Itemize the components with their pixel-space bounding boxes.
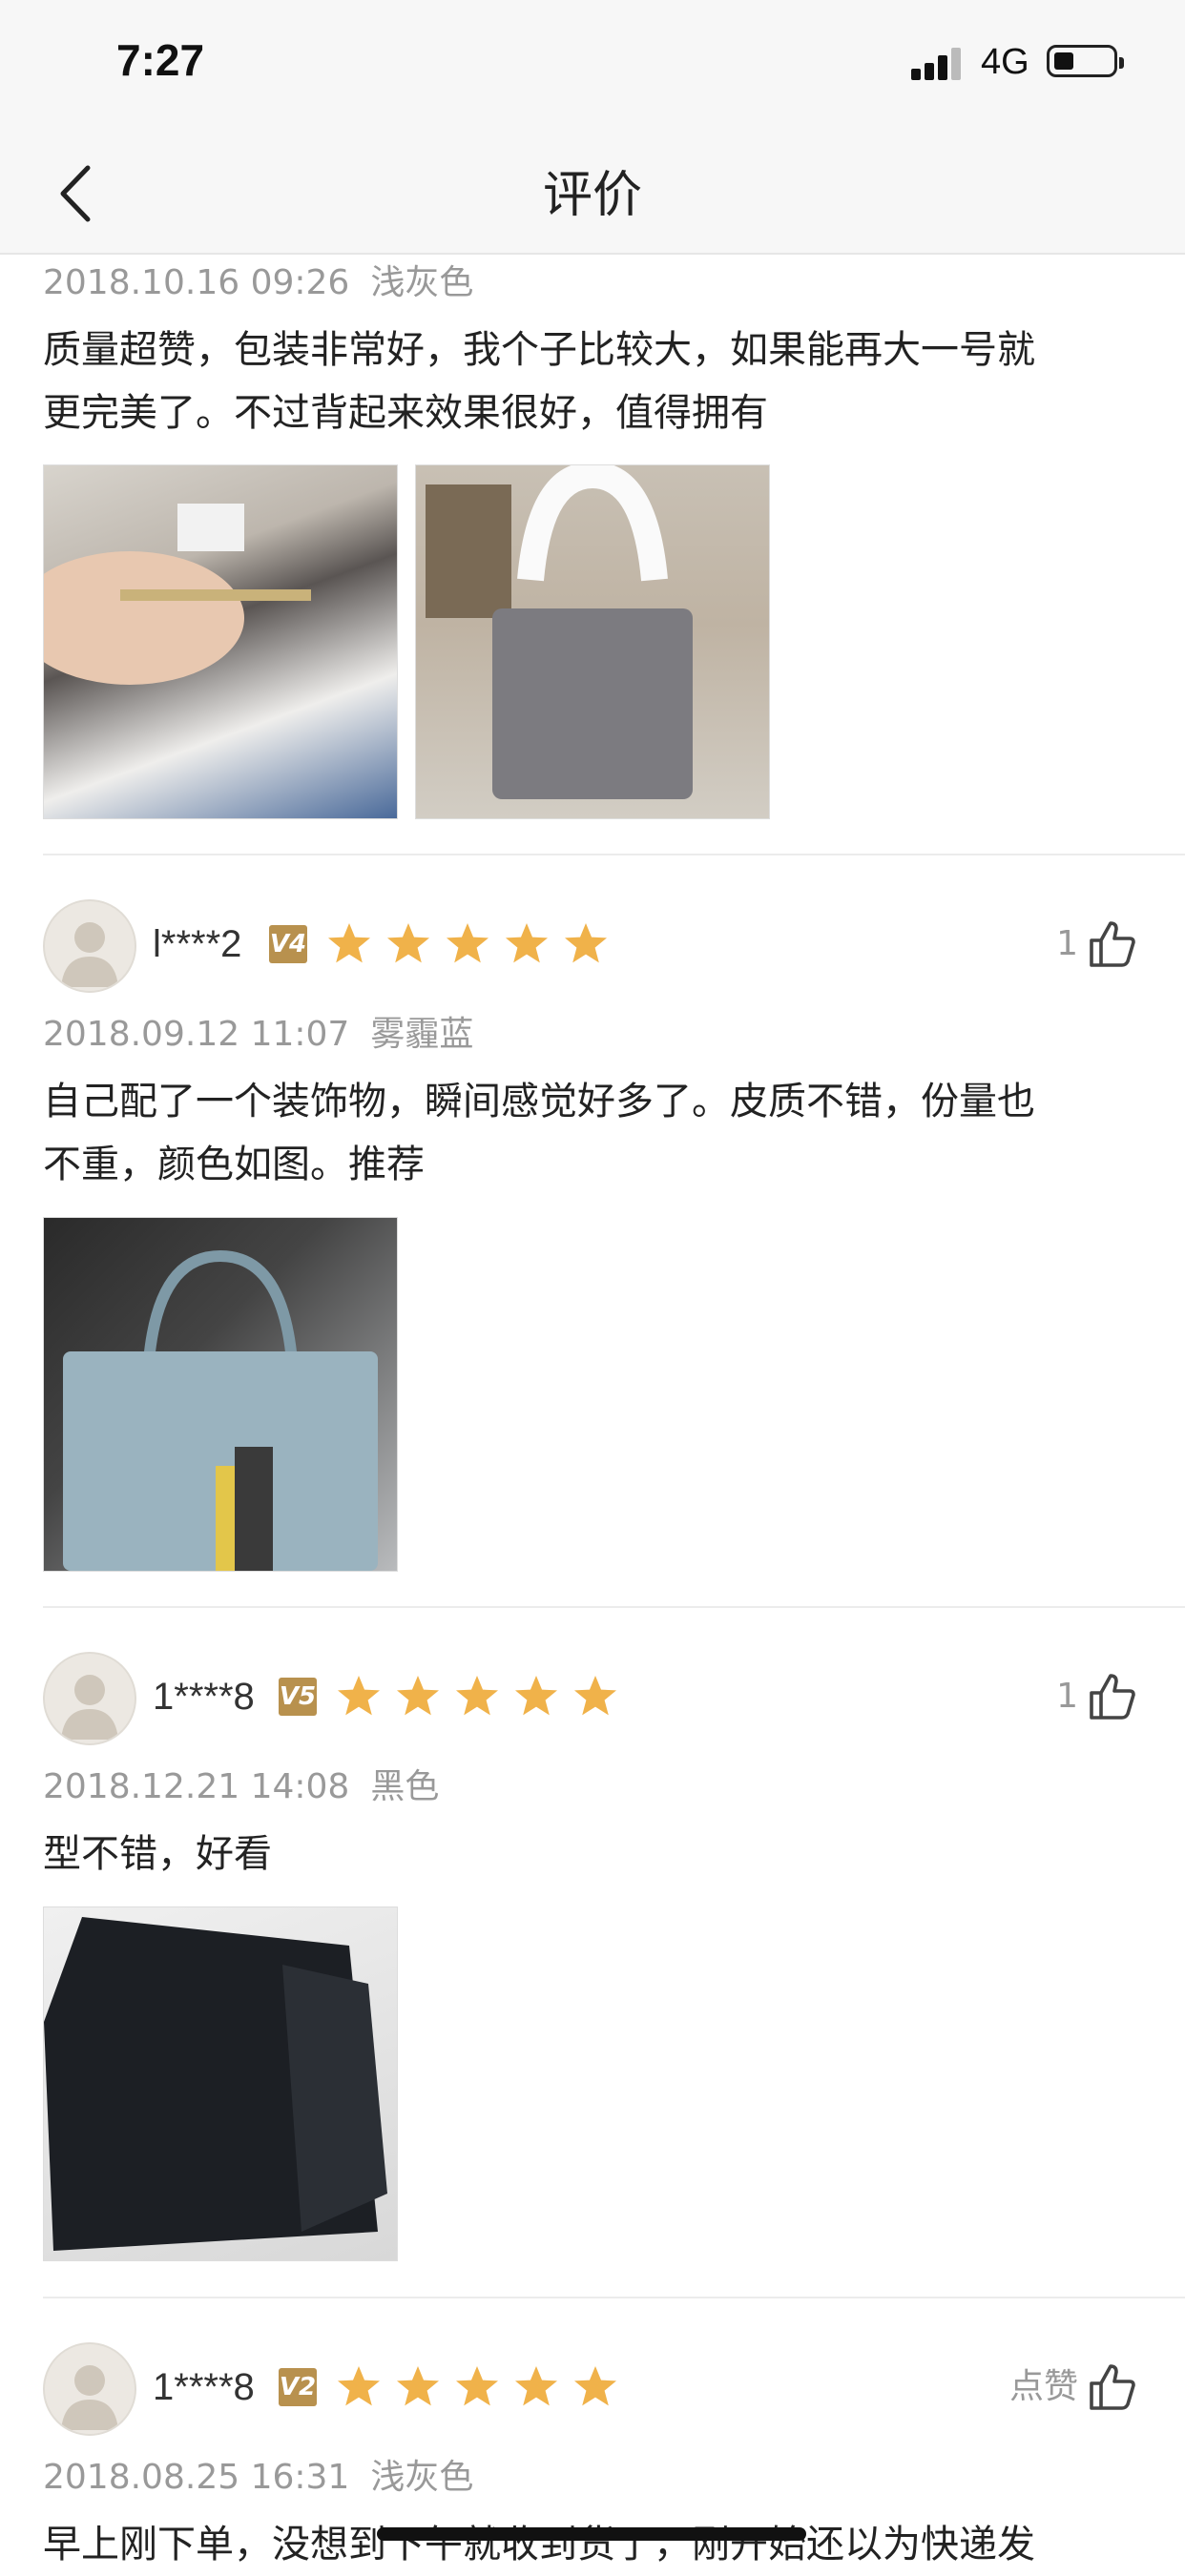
reviewer-name: 1****8	[153, 2366, 255, 2408]
star-icon	[565, 923, 607, 963]
member-level-badge: V5	[279, 1678, 317, 1716]
review-divider	[43, 854, 1185, 855]
star-icon	[456, 2366, 498, 2406]
reviewer-name: 1****8	[153, 1676, 255, 1718]
review-meta: 2018.09.12 11:07 雾霾蓝	[43, 1011, 1142, 1059]
review-content-line: 自己配了一个装饰物，瞬间感觉好多了。皮质不错，份量也	[43, 1080, 1035, 1123]
review-item: 2018.10.16 09:26 浅灰色 质量超赞，包装非常好，我个子比较大，如果…	[43, 259, 1142, 444]
review-photo[interactable]	[43, 1906, 398, 2261]
review-meta: 2018.10.16 09:26 浅灰色	[43, 259, 1142, 307]
home-indicator[interactable]	[377, 2527, 806, 2541]
review-meta: 2018.08.25 16:31 浅灰色	[43, 2454, 1142, 2502]
thumbs-up-icon[interactable]	[1088, 1672, 1137, 1721]
star-icon	[397, 2366, 439, 2406]
review-spec: 黑色	[370, 1767, 440, 1806]
review-spec: 雾霾蓝	[370, 1015, 474, 1054]
review-item: 2018.12.21 14:08 黑色 型不错，好看	[43, 1763, 1142, 1886]
star-icon	[447, 923, 489, 963]
review-date: 2018.12.21 14:08	[43, 1767, 350, 1806]
avatar[interactable]	[43, 2342, 136, 2436]
battery-icon	[1047, 45, 1124, 77]
status-time: 7:27	[116, 35, 205, 85]
member-level-badge: V4	[269, 925, 307, 963]
review-spec: 浅灰色	[370, 2458, 474, 2497]
network-type: 4G	[981, 42, 1029, 82]
review-item: 2018.08.25 16:31 浅灰色 早上刚下单，没想到下午就收到货了，刚开始…	[43, 2454, 1142, 2576]
status-bar: 7:27 4G	[0, 0, 1185, 134]
reviewer-name: l****2	[153, 923, 242, 965]
cellular-signal-icon	[911, 48, 968, 80]
star-icon	[328, 923, 370, 963]
star-icon	[387, 923, 429, 963]
review-content-line: 不重，颜色如图。推荐	[43, 1143, 425, 1186]
star-icon	[574, 2366, 616, 2406]
review-content-line: 早上刚下单，没想到下午就收到货了，刚开始还以为快递发	[43, 2523, 1035, 2566]
review-spec: 浅灰色	[370, 263, 474, 302]
review-divider	[43, 1606, 1185, 1608]
member-level-badge: V2	[279, 2368, 317, 2406]
review-date: 2018.08.25 16:31	[43, 2458, 350, 2497]
review-date: 2018.10.16 09:26	[43, 263, 350, 302]
review-content: 质量超赞，包装非常好，我个子比较大，如果能再大一号就 更完美了。不过背起来效果很…	[43, 319, 1142, 444]
star-icon	[515, 1676, 557, 1716]
review-content-line: 型不错，好看	[43, 1832, 272, 1876]
avatar[interactable]	[43, 1652, 136, 1745]
like-count[interactable]: 1	[964, 1673, 1078, 1721]
star-icon	[397, 1676, 439, 1716]
review-meta: 2018.12.21 14:08 黑色	[43, 1763, 1142, 1811]
review-photo[interactable]	[43, 464, 398, 819]
star-icon	[506, 923, 548, 963]
like-count[interactable]: 1	[964, 920, 1078, 968]
page-title: 评价	[542, 167, 642, 224]
review-date: 2018.09.12 11:07	[43, 1015, 350, 1054]
review-content: 早上刚下单，没想到下午就收到货了，刚开始还以为快递发	[43, 2513, 1142, 2576]
review-item: 2018.09.12 11:07 雾霾蓝 自己配了一个装饰物，瞬间感觉好多了。皮质…	[43, 1011, 1142, 1196]
thumbs-up-icon[interactable]	[1088, 2362, 1137, 2412]
like-button-label[interactable]: 点赞	[945, 2363, 1078, 2411]
star-icon	[338, 1676, 380, 1716]
avatar[interactable]	[43, 899, 136, 993]
review-divider	[43, 2297, 1185, 2298]
thumbs-up-icon[interactable]	[1088, 919, 1137, 969]
review-photo[interactable]	[415, 464, 770, 819]
review-photo[interactable]	[43, 1217, 398, 1572]
star-icon	[456, 1676, 498, 1716]
review-content-line: 更完美了。不过背起来效果很好，值得拥有	[43, 391, 768, 435]
star-icon	[574, 1676, 616, 1716]
star-icon	[515, 2366, 557, 2406]
nav-bar: 评价	[0, 134, 1185, 255]
review-content: 自己配了一个装饰物，瞬间感觉好多了。皮质不错，份量也 不重，颜色如图。推荐	[43, 1070, 1142, 1196]
review-content-line: 质量超赞，包装非常好，我个子比较大，如果能再大一号就	[43, 328, 1035, 372]
star-icon	[338, 2366, 380, 2406]
review-content: 型不错，好看	[43, 1823, 1142, 1886]
